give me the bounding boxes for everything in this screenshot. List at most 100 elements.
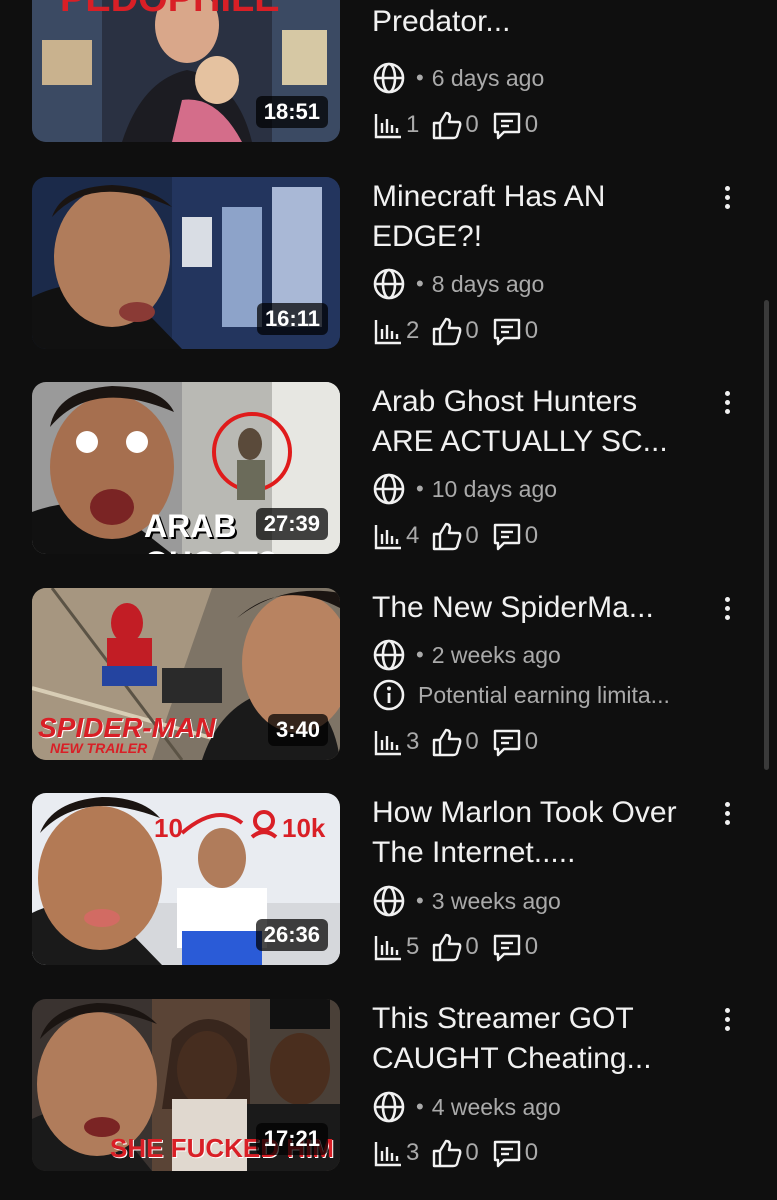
comments-stat: 0 (491, 726, 544, 758)
views-stat: 1 (372, 109, 425, 141)
views-count: 4 (406, 522, 420, 549)
bar-chart-icon (374, 731, 401, 756)
separator-dot: • (416, 888, 424, 913)
more-vertical-icon (724, 184, 730, 211)
views-count: 2 (406, 317, 420, 344)
comments-count: 0 (524, 111, 539, 138)
more-vertical-icon (724, 1006, 730, 1033)
video-stats: 4 0 0 (372, 518, 550, 554)
video-row[interactable]: PEDOPHILE 18:51 The Mind of a Child Pred… (0, 0, 777, 142)
upload-age: 2 weeks ago (431, 641, 561, 668)
more-options-button[interactable] (714, 795, 740, 831)
likes-stat: 0 (431, 726, 484, 758)
scrollbar[interactable] (764, 300, 769, 770)
duration-badge: 17:21 (255, 1123, 328, 1155)
likes-count: 0 (465, 317, 479, 344)
more-options-button[interactable] (714, 1001, 740, 1037)
video-meta: • 4 weeks ago (372, 1089, 561, 1125)
comment-icon (493, 934, 520, 962)
video-title[interactable]: The New SpiderMa... (372, 588, 702, 628)
comments-stat: 0 (491, 520, 544, 552)
likes-stat: 0 (431, 520, 484, 552)
comments-stat: 0 (491, 1137, 544, 1169)
more-options-button[interactable] (714, 384, 740, 420)
views-count: 3 (406, 728, 420, 755)
video-list: PEDOPHILE 18:51 The Mind of a Child Pred… (0, 0, 777, 1200)
bar-chart-icon (374, 114, 401, 139)
monetization-warning[interactable]: Potential earning limita... (372, 677, 670, 713)
thumbs-up-icon (433, 317, 462, 346)
likes-count: 0 (465, 522, 479, 549)
video-row[interactable]: ARAB GHOST? 27:39 Arab Ghost Hunters ARE… (0, 382, 777, 554)
video-thumbnail[interactable]: SHE FUCKED HIM 17:21 (32, 999, 340, 1171)
video-stats: 2 0 0 (372, 313, 550, 349)
video-thumbnail[interactable]: 10 10k 26:36 (32, 793, 340, 965)
globe-icon (373, 62, 405, 94)
views-stat: 3 (372, 726, 425, 758)
views-count: 1 (406, 111, 420, 138)
likes-stat: 0 (431, 109, 484, 141)
video-row[interactable]: SHE FUCKED HIM 17:21 This Streamer GOT C… (0, 999, 777, 1171)
video-meta: • 2 weeks ago (372, 637, 561, 673)
video-stats: 5 0 0 (372, 929, 550, 965)
video-title[interactable]: Arab Ghost Hunters ARE ACTUALLY SC... (372, 382, 702, 462)
bar-chart-icon (374, 1142, 401, 1167)
comments-stat: 0 (491, 931, 544, 963)
views-stat: 5 (372, 931, 425, 963)
upload-age: 4 weeks ago (431, 1093, 561, 1120)
comments-stat: 0 (491, 109, 544, 141)
duration-badge: 3:40 (267, 714, 328, 746)
views-stat: 3 (372, 1137, 425, 1169)
upload-age: 10 days ago (431, 475, 558, 502)
comment-icon (493, 318, 520, 346)
duration-badge: 27:39 (255, 508, 328, 540)
video-meta: • 3 weeks ago (372, 883, 561, 919)
video-title[interactable]: Minecraft Has AN EDGE?! (372, 177, 702, 257)
video-thumbnail[interactable]: 16:11 (32, 177, 340, 349)
video-thumbnail[interactable]: SPIDER-MAN NEW TRAILER 3:40 (32, 588, 340, 760)
likes-count: 0 (465, 111, 479, 138)
globe-icon (373, 639, 405, 671)
video-thumbnail[interactable]: PEDOPHILE 18:51 (32, 0, 340, 142)
comments-count: 0 (524, 317, 539, 344)
video-thumbnail[interactable]: ARAB GHOST? 27:39 (32, 382, 340, 554)
separator-dot: • (416, 271, 424, 296)
video-row[interactable]: 16:11 Minecraft Has AN EDGE?! • 8 days a… (0, 177, 777, 349)
upload-age: 3 weeks ago (431, 887, 561, 914)
thumbnail-subcaption: NEW TRAILER (50, 740, 148, 756)
thumbnail-caption-left: 10 (154, 813, 183, 843)
duration-badge: 26:36 (255, 919, 328, 951)
more-options-button[interactable] (714, 179, 740, 215)
comments-stat: 0 (491, 315, 544, 347)
thumbnail-caption: PEDOPHILE (60, 0, 280, 21)
info-icon (373, 679, 405, 711)
likes-count: 0 (465, 933, 479, 960)
separator-dot: • (416, 1094, 424, 1119)
video-title[interactable]: This Streamer GOT CAUGHT Cheating... (372, 999, 702, 1079)
comment-icon (493, 729, 520, 757)
more-options-button[interactable] (714, 590, 740, 626)
views-count: 5 (406, 933, 420, 960)
comments-count: 0 (524, 522, 539, 549)
globe-icon (373, 268, 405, 300)
video-row[interactable]: 10 10k 26:36 How Marlon Took Over The In… (0, 793, 777, 965)
comments-count: 0 (524, 728, 539, 755)
globe-icon (373, 885, 405, 917)
comments-count: 0 (524, 1139, 539, 1166)
video-row[interactable]: SPIDER-MAN NEW TRAILER 3:40 The New Spid… (0, 588, 777, 760)
comment-icon (493, 1140, 520, 1168)
video-title[interactable]: The Mind of a Child Predator... (372, 0, 702, 42)
comment-icon (493, 523, 520, 551)
video-title[interactable]: How Marlon Took Over The Internet..... (372, 793, 702, 873)
likes-stat: 0 (431, 315, 484, 347)
separator-dot: • (416, 65, 424, 90)
thumbs-up-icon (433, 522, 462, 551)
views-stat: 2 (372, 315, 425, 347)
comment-icon (493, 112, 520, 140)
bar-chart-icon (374, 320, 401, 345)
more-vertical-icon (724, 595, 730, 622)
video-stats: 3 0 0 (372, 1135, 550, 1171)
bar-chart-icon (374, 936, 401, 961)
views-stat: 4 (372, 520, 425, 552)
video-stats: 1 0 0 (372, 107, 550, 143)
